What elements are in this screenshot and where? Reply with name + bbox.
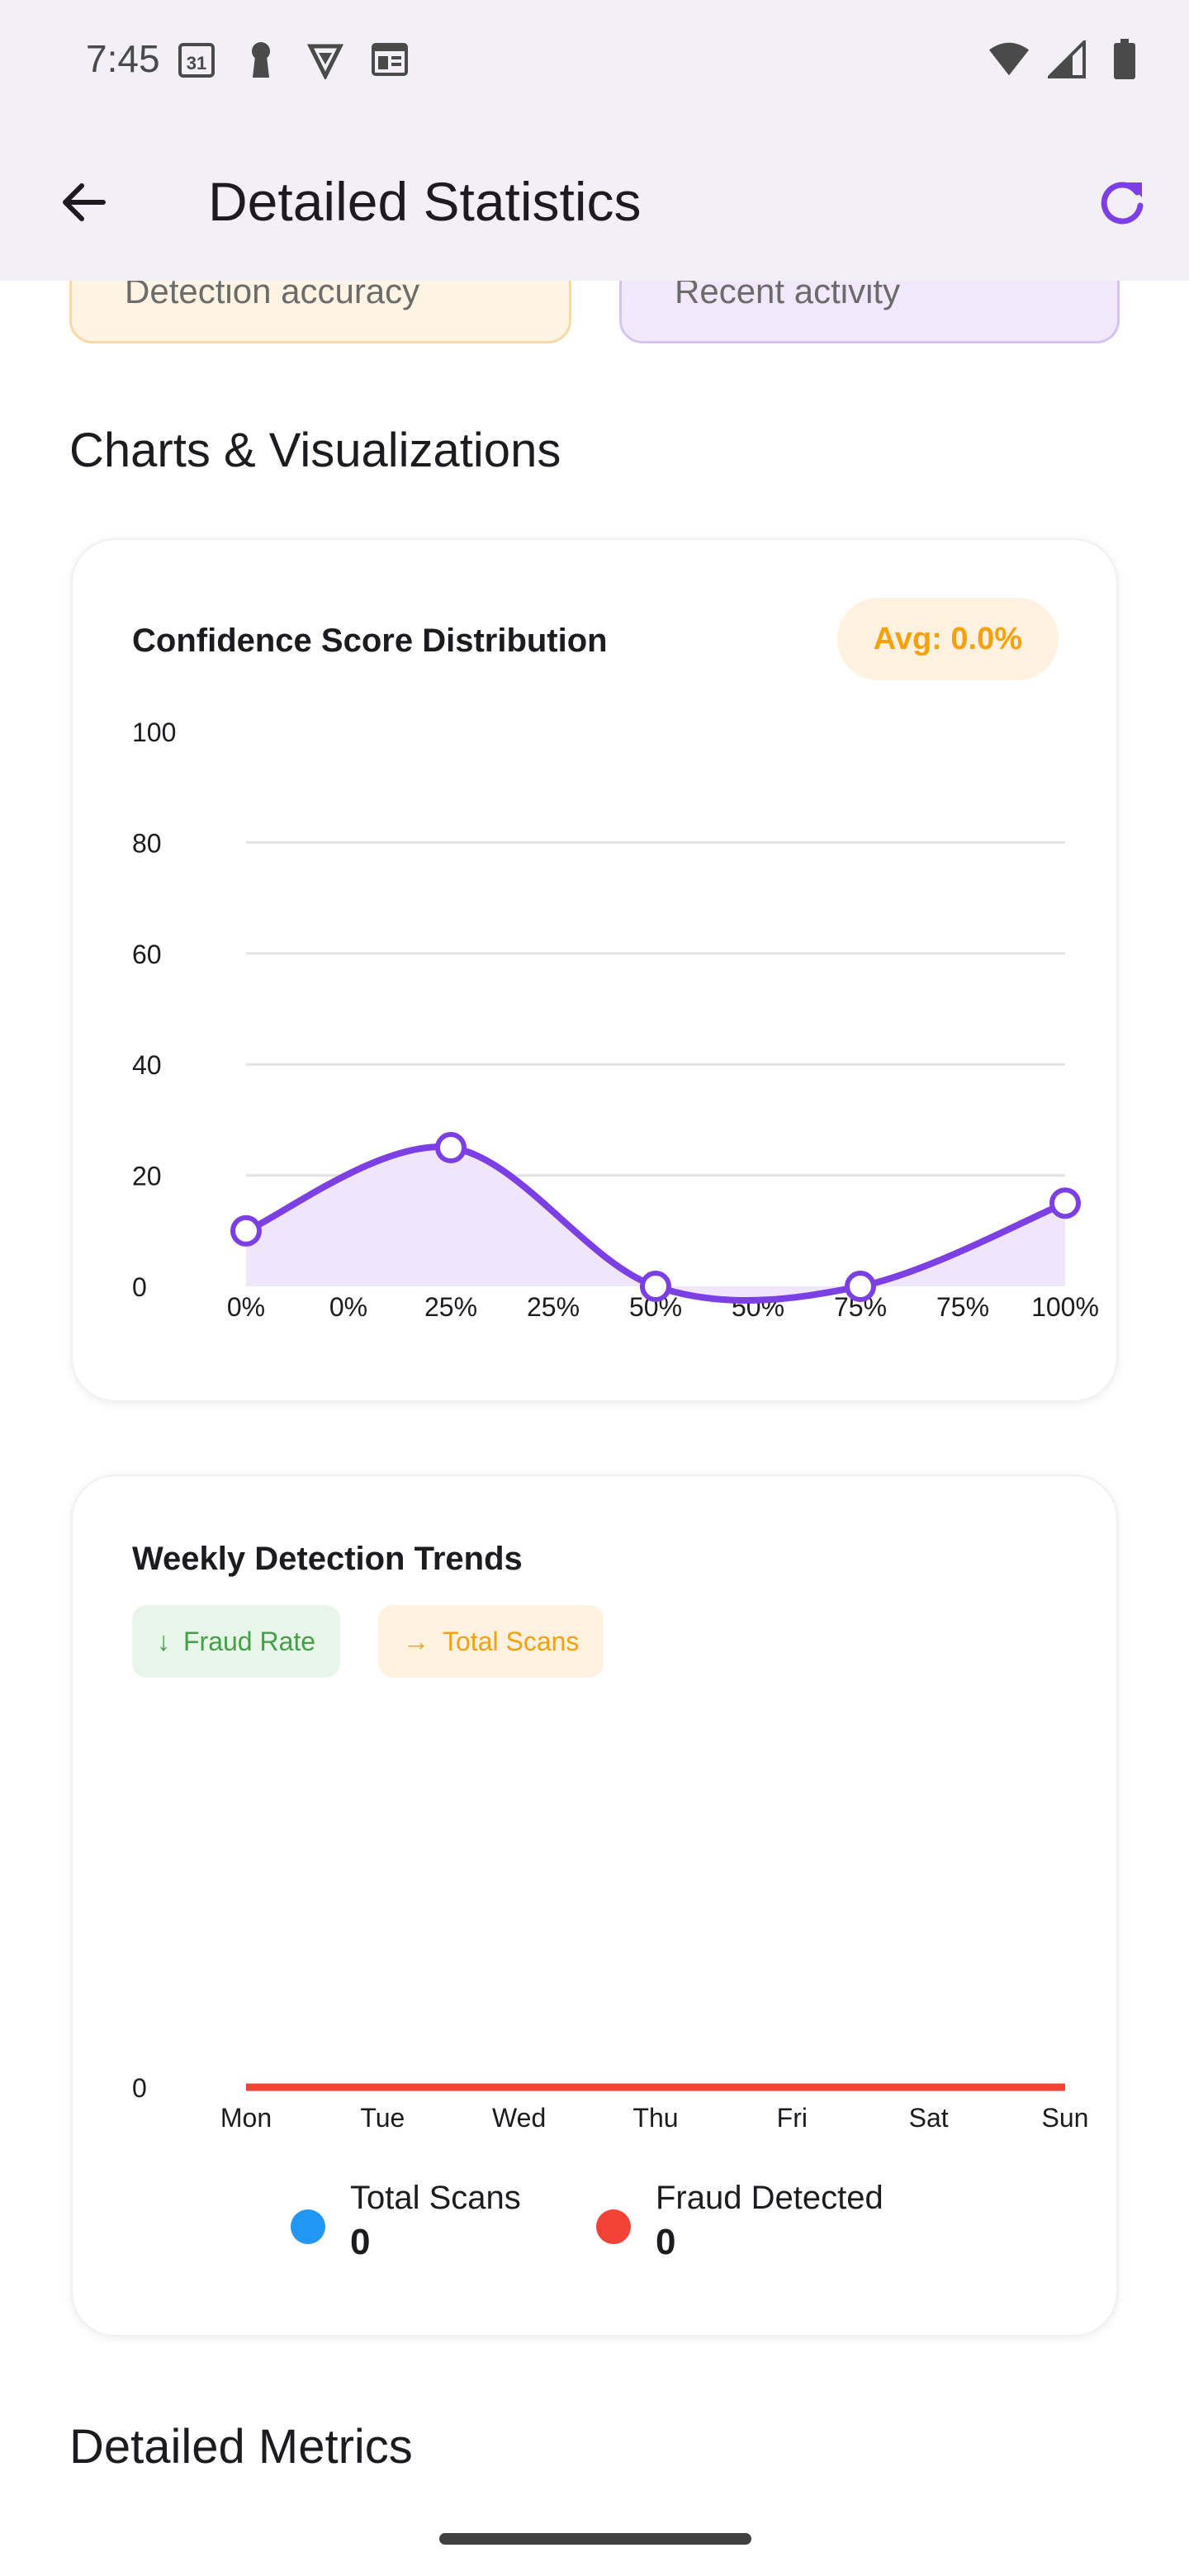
y-tick-label: 0 <box>132 1272 147 1302</box>
x-tick-label: 100% <box>1031 1292 1099 1322</box>
back-button[interactable] <box>46 165 121 239</box>
vpn-shield-icon <box>304 38 347 81</box>
legend-total-scans: Total Scans 0 <box>291 2180 521 2263</box>
status-bar: 7:45 31 <box>0 0 1189 124</box>
legend-total-scans-value: 0 <box>350 2222 371 2262</box>
wifi-icon <box>988 38 1030 81</box>
arrow-back-icon <box>63 183 106 221</box>
x-tick-label: Fri <box>777 2103 808 2133</box>
data-point <box>640 1271 671 1302</box>
charts-section-title: Charts & Visualizations <box>69 424 561 477</box>
legend-fraud-detected-label: Fraud Detected <box>656 2180 883 2216</box>
confidence-distribution-card: Confidence Score Distribution Avg: 0.0% … <box>71 538 1118 1402</box>
legend-fraud-detected-value: 0 <box>656 2222 676 2262</box>
x-tick-label: 25% <box>424 1292 477 1322</box>
legend-dot-total-scans <box>291 2209 325 2244</box>
status-time: 7:45 <box>86 37 160 80</box>
x-tick-label: Mon <box>220 2103 272 2133</box>
x-tick-label: 0% <box>329 1292 367 1322</box>
x-tick-label: 25% <box>527 1292 580 1322</box>
signal-icon <box>1045 38 1088 81</box>
page-title: Detailed Statistics <box>208 171 642 232</box>
data-point <box>845 1271 876 1302</box>
confidence-chart: 0204060801000% 0% 25% 25% 50% 50% 75% 75% 100% <box>132 717 1099 1322</box>
y-tick-label: 60 <box>132 940 162 969</box>
x-tick-label: Tue <box>360 2103 405 2133</box>
refresh-button[interactable] <box>1085 165 1159 239</box>
data-point <box>435 1132 467 1163</box>
battery-icon <box>1103 38 1146 81</box>
x-tick-label: Sat <box>909 2103 949 2133</box>
x-tick-label: Sun <box>1042 2103 1089 2133</box>
y-tick-label: 40 <box>132 1050 162 1080</box>
y-tick-label: 80 <box>132 828 162 858</box>
weekly-legend: Total Scans 0 Fraud Detected 0 <box>0 2180 1189 2279</box>
keyhole-icon <box>239 38 282 81</box>
calendar-day: 31 <box>187 53 206 73</box>
y-tick-label: 0 <box>132 2073 147 2103</box>
refresh-icon <box>1101 182 1144 225</box>
data-point <box>230 1215 262 1247</box>
x-tick-label: Wed <box>492 2103 546 2133</box>
metrics-section-title: Detailed Metrics <box>69 2420 413 2474</box>
legend-dot-fraud-detected <box>596 2209 631 2244</box>
x-tick-label: Thu <box>632 2103 678 2133</box>
home-indicator <box>439 2533 751 2545</box>
legend-total-scans-label: Total Scans <box>350 2180 521 2216</box>
news-icon <box>368 38 411 81</box>
y-tick-label: 20 <box>132 1162 162 1191</box>
calendar-icon: 31 <box>175 38 218 81</box>
legend-fraud-detected: Fraud Detected 0 <box>596 2180 883 2263</box>
x-tick-label: 75% <box>936 1292 989 1322</box>
app-bar: Detailed Statistics <box>0 124 1189 281</box>
data-point <box>1049 1187 1081 1219</box>
x-tick-label: 0% <box>227 1292 265 1322</box>
y-tick-label: 100 <box>132 717 176 747</box>
